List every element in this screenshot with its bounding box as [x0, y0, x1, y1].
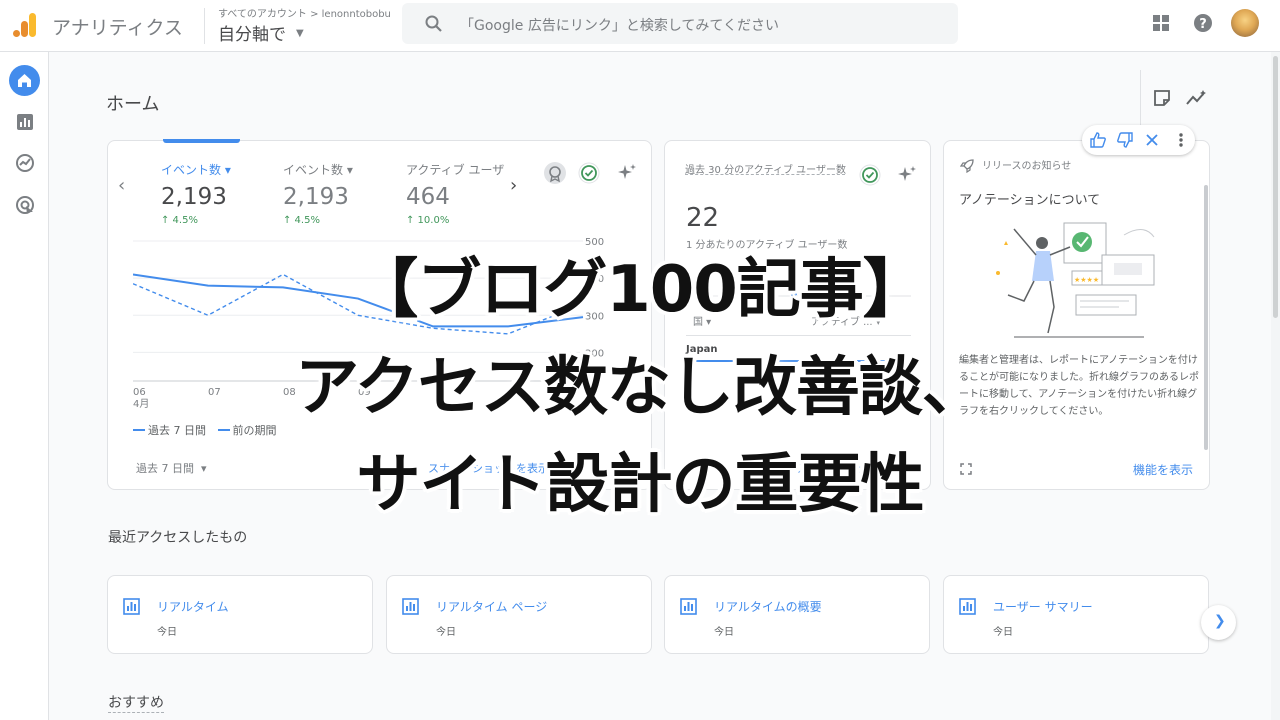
chevron-down-icon[interactable]: ▼: [296, 28, 304, 39]
home-nav-button[interactable]: [9, 65, 40, 96]
bar-chart-icon: [680, 598, 697, 615]
legend-swatch-current: [133, 429, 145, 431]
account-breadcrumb[interactable]: すべてのアカウント > lenonntobobu: [218, 5, 391, 20]
note-icon[interactable]: [1153, 89, 1171, 107]
thumbs-up-icon[interactable]: [1090, 132, 1106, 148]
recent-card-title: ユーザー サマリー: [993, 600, 1093, 614]
recent-section-title: 最近アクセスしたもの: [108, 530, 248, 546]
insights-icon[interactable]: [1186, 89, 1208, 107]
more-vert-icon[interactable]: [1178, 132, 1184, 148]
metric-label: アクティブ ユーザ: [406, 163, 505, 177]
metric-value: 2,193: [283, 184, 349, 210]
metric-delta: ↑ 4.5%: [283, 215, 320, 226]
recent-card-date: 今日: [714, 627, 734, 638]
metric-label: イベント数 ▾: [161, 163, 231, 177]
bar-chart-icon: [959, 598, 976, 615]
chevron-right-icon[interactable]: ›: [510, 175, 517, 196]
sparkle-icon[interactable]: [616, 162, 638, 184]
feedback-toolbar: [1082, 125, 1195, 155]
active-tab-indicator: [163, 139, 240, 143]
recent-card-title: リアルタイム: [157, 600, 229, 614]
recent-card-realtime-pages[interactable]: リアルタイム ページ 今日: [386, 575, 652, 654]
recent-card-date: 今日: [157, 627, 177, 638]
search-input[interactable]: 「Google 広告にリンク」と検索してみてください: [460, 15, 779, 35]
reports-icon[interactable]: [15, 112, 35, 132]
recent-next-button[interactable]: ❯: [1201, 605, 1236, 640]
recent-card-title: リアルタイム ページ: [436, 600, 548, 614]
analytics-logo-icon[interactable]: [12, 12, 38, 38]
page-title: ホーム: [106, 94, 160, 115]
release-notes-header: リリースのお知らせ: [959, 157, 1072, 174]
close-icon[interactable]: [1146, 134, 1158, 146]
rocket-icon: [959, 159, 974, 174]
help-icon[interactable]: ?: [1193, 13, 1213, 33]
recent-card-user-summary[interactable]: ユーザー サマリー 今日: [943, 575, 1209, 654]
avatar[interactable]: [1231, 9, 1259, 37]
metric-label: イベント数 ▾: [283, 163, 353, 177]
metric-value: 2,193: [161, 184, 227, 210]
top-app-bar: アナリティクス すべてのアカウント > lenonntobobu 自分軸で ▼ …: [0, 0, 1280, 52]
svg-text:?: ?: [1199, 17, 1207, 32]
header-divider: [204, 8, 205, 44]
recommended-section-title: おすすめ: [108, 692, 164, 713]
legend-swatch-previous: [217, 429, 230, 431]
recent-card-title: リアルタイムの概要: [714, 600, 822, 614]
recent-card-date: 今日: [993, 627, 1013, 638]
app-title: アナリティクス: [52, 17, 183, 39]
metric-tab-active-users[interactable]: アクティブ ユーザ 464 ↑ 10.0%: [406, 161, 504, 226]
explore-icon[interactable]: [15, 153, 35, 173]
check-circle-icon[interactable]: [859, 164, 881, 186]
recent-card-date: 今日: [436, 627, 456, 638]
headline-line-3: サイト設計の重要性: [356, 448, 925, 522]
chevron-left-icon[interactable]: ‹: [118, 175, 125, 196]
chevron-right-icon: ❯: [1214, 613, 1226, 629]
metric-tab-events-2[interactable]: イベント数 ▾ 2,193 ↑ 4.5%: [283, 161, 353, 226]
headline-line-1: 【ブログ100記事】: [354, 253, 927, 327]
property-selector[interactable]: 自分軸で: [218, 20, 286, 45]
release-notes-label: リリースのお知らせ: [982, 161, 1072, 172]
check-circle-icon[interactable]: [578, 162, 600, 184]
metric-delta: ↑ 10.0%: [406, 215, 450, 226]
search-icon[interactable]: [424, 14, 444, 34]
home-icon: [18, 74, 31, 87]
realtime-user-count: 22: [686, 203, 720, 233]
metric-value: 464: [406, 184, 450, 210]
bar-chart-icon: [402, 598, 419, 615]
metric-tab-events-1[interactable]: イベント数 ▾ 2,193 ↑ 4.5%: [161, 161, 231, 226]
metric-delta: ↑ 4.5%: [161, 215, 198, 226]
realtime-title[interactable]: 過去 30 分のアクティブ ユーザー数: [685, 163, 850, 179]
advertising-icon[interactable]: [15, 195, 35, 215]
badge-icon[interactable]: [544, 162, 566, 184]
right-rail-divider: [1140, 70, 1141, 130]
search-bar[interactable]: 「Google 広告にリンク」と検索してみてください: [402, 3, 958, 44]
headline-line-2: アクセス数なし改善談、: [295, 351, 986, 425]
recent-card-realtime[interactable]: リアルタイム 今日: [107, 575, 373, 654]
apps-grid-icon[interactable]: [1152, 14, 1170, 32]
recent-card-realtime-overview[interactable]: リアルタイムの概要 今日: [664, 575, 930, 654]
announcement-title: アノテーションについて: [959, 193, 1101, 208]
thumbs-down-icon[interactable]: [1117, 132, 1133, 148]
bar-chart-icon: [123, 598, 140, 615]
sparkle-icon[interactable]: [896, 164, 918, 186]
